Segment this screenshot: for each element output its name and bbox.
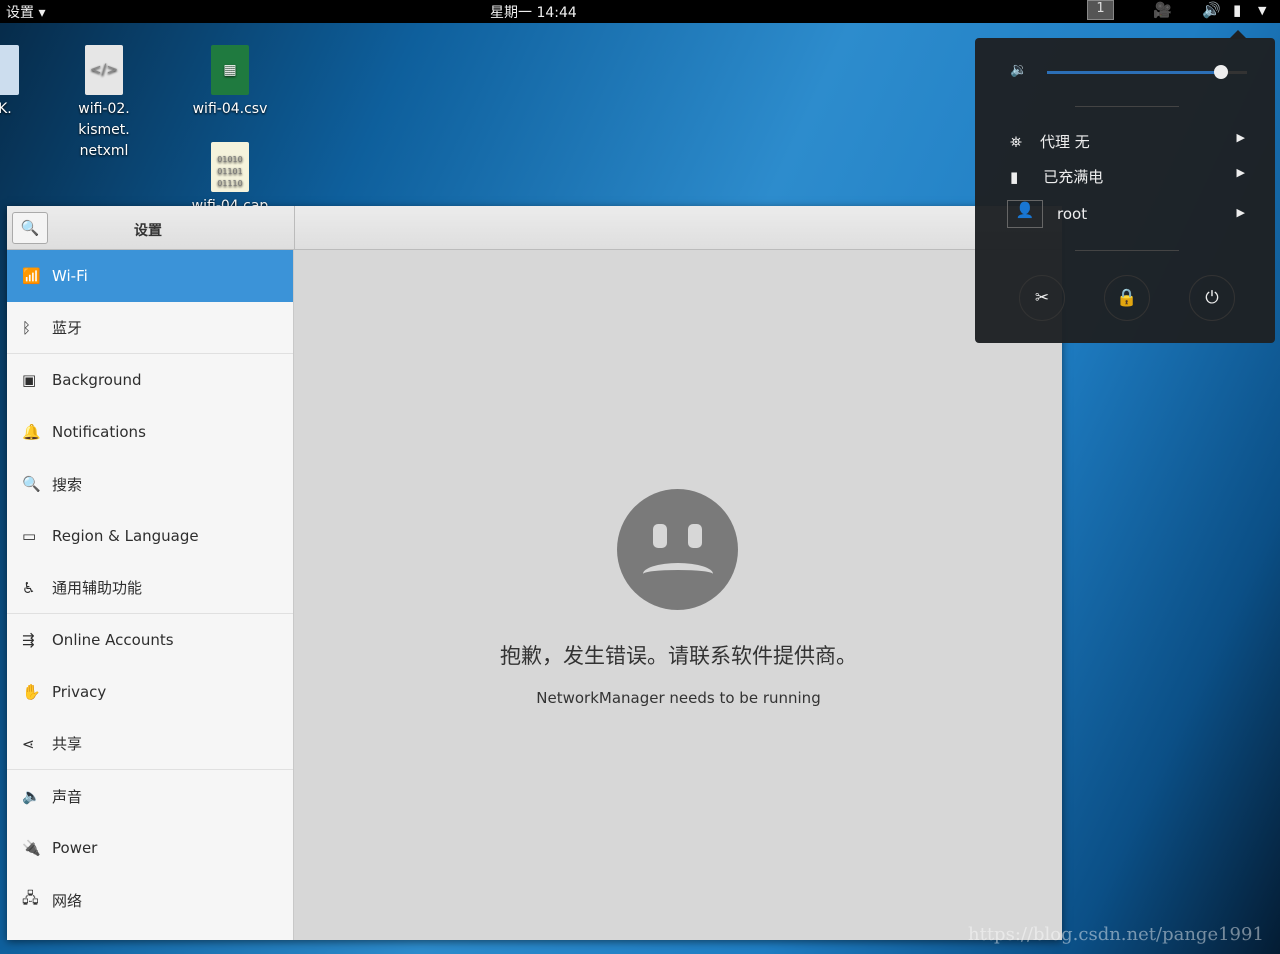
- sidebar-item-label: Notifications: [52, 423, 146, 441]
- sidebar-item[interactable]: ᛒ 蓝牙: [7, 302, 293, 354]
- network-icon: 🖧: [22, 888, 39, 907]
- sidebar-item-label: 共享: [52, 735, 83, 753]
- sidebar-item-label: 声音: [52, 787, 83, 806]
- sidebar-item-label: Power: [52, 839, 98, 857]
- app-menu[interactable]: 设置 ▾: [6, 2, 45, 22]
- sidebar-item-label: Background: [52, 371, 142, 389]
- desktop-icon[interactable]: 01010 01101 01110 wifi-04.cap: [185, 142, 275, 206]
- search-icon: 🔍: [20, 219, 40, 237]
- sad-face-icon: [617, 489, 738, 610]
- sidebar-item[interactable]: ▭ Region & Language: [7, 510, 293, 562]
- sidebar-item[interactable]: 📶 Wi-Fi: [7, 250, 293, 302]
- top-bar: 设置 ▾ 星期一 14:44 1 🎥 🔊 ▮ ▼: [0, 0, 1280, 23]
- avatar-icon: 👤: [1007, 200, 1043, 228]
- proxy-row[interactable]: ⛯ 代理 无 ▶: [1010, 131, 1245, 152]
- sidebar-item[interactable]: 🔍 搜索: [7, 458, 293, 510]
- spreadsheet-icon: ▦: [211, 45, 249, 95]
- lock-icon: 🔒: [1116, 288, 1138, 308]
- chevron-right-icon: ▶: [1236, 206, 1245, 219]
- sidebar-item[interactable]: 🔈 声音: [7, 770, 293, 822]
- watermark: https://blog.csdn.net/pange1991: [968, 924, 1264, 945]
- sidebar-item-label: 搜索: [52, 475, 83, 494]
- search-icon: 🔍: [22, 475, 41, 493]
- main-panel: 抱歉，发生错误。请联系软件提供商。 NetworkManager needs t…: [295, 250, 1062, 940]
- power-icon: ⏻: [1205, 288, 1219, 308]
- accessibility-icon: ♿: [22, 578, 36, 597]
- sidebar-item[interactable]: ♿ 通用辅助功能: [7, 562, 293, 614]
- sidebar-item[interactable]: ▣ Background: [7, 354, 293, 406]
- sidebar-item-label: Privacy: [52, 683, 107, 701]
- battery-icon[interactable]: ▮: [1233, 1, 1241, 19]
- sidebar: 📶 Wi-Fi ᛒ 蓝牙 ▣ Background 🔔 Notifications 🔍 搜索 ▭ Re…: [7, 250, 294, 940]
- sidebar-item[interactable]: ✋ Privacy: [7, 666, 293, 718]
- sidebar-item-label: Region & Language: [52, 527, 199, 545]
- settings-button[interactable]: ✂: [1019, 275, 1065, 321]
- proxy-icon: ⛯: [1010, 133, 1023, 151]
- desktop-icon[interactable]: ▦ wifi-04.csv: [185, 45, 275, 120]
- clock[interactable]: 星期一 14:44: [490, 2, 577, 22]
- sidebar-item-label: Online Accounts: [52, 631, 174, 649]
- background-icon: ▣: [22, 371, 37, 389]
- sidebar-item-label: 通用辅助功能: [52, 579, 143, 597]
- lock-button[interactable]: 🔒: [1104, 275, 1150, 321]
- sidebar-item[interactable]: ⋖ 共享: [7, 718, 293, 770]
- volume-icon: 🔉: [1010, 62, 1028, 78]
- camera-icon[interactable]: 🎥: [1153, 1, 1172, 19]
- window-title: 设置: [134, 223, 162, 239]
- volume-icon[interactable]: 🔊: [1202, 1, 1221, 19]
- battery-row[interactable]: ▮ 已充满电 ▶: [1010, 166, 1245, 187]
- sidebar-item-label: 蓝牙: [52, 319, 83, 337]
- search-button[interactable]: 🔍: [12, 212, 48, 244]
- desktop-icon[interactable]: </> wifi-02. kismet. netxml: [59, 45, 149, 162]
- error-title: 抱歉，发生错误。请联系软件提供商。: [500, 644, 857, 668]
- chevron-right-icon: ▶: [1236, 166, 1245, 179]
- sidebar-item[interactable]: 🔌 Power: [7, 822, 293, 874]
- battery-icon: ▮: [1010, 168, 1019, 186]
- region-icon: ▭: [22, 527, 37, 545]
- header-bar: 🔍 设置: [7, 206, 1062, 250]
- share-icon: ⋖: [22, 734, 35, 753]
- image-file-icon: [0, 45, 19, 95]
- sidebar-item[interactable]: 🖧 网络: [7, 874, 293, 926]
- bluetooth-icon: ᛒ: [22, 318, 32, 337]
- sidebar-item-label: Wi-Fi: [52, 267, 88, 285]
- sidebar-item[interactable]: ⇶ Online Accounts: [7, 614, 293, 666]
- error-detail: NetworkManager needs to be running: [536, 689, 821, 707]
- bell-icon: 🔔: [22, 423, 41, 441]
- menu-arrow-icon[interactable]: ▼: [1258, 4, 1266, 17]
- volume-slider[interactable]: [1047, 65, 1247, 79]
- sidebar-item[interactable]: 🔔 Notifications: [7, 406, 293, 458]
- power-plug-icon: 🔌: [22, 839, 41, 857]
- tools-icon: ✂: [1034, 288, 1050, 308]
- online-accounts-icon: ⇶: [22, 631, 35, 649]
- user-row[interactable]: 👤 root ▶: [1007, 200, 1245, 228]
- power-button[interactable]: ⏻: [1189, 275, 1235, 321]
- settings-window: 🔍 设置 📶 Wi-Fi ᛒ 蓝牙 ▣ Background 🔔 Notifications 🔍…: [7, 206, 1062, 940]
- workspace-indicator[interactable]: 1: [1087, 0, 1114, 20]
- desktop-icon[interactable]: CK.: [0, 45, 45, 120]
- sidebar-item-label: 网络: [52, 891, 83, 910]
- hand-icon: ✋: [22, 683, 41, 701]
- system-menu: 🔉 ⛯ 代理 无 ▶ ▮ 已充满电 ▶ 👤 root ▶ ✂ 🔒 ⏻: [975, 30, 1275, 343]
- speaker-icon: 🔈: [22, 787, 41, 805]
- wifi-icon: 📶: [22, 267, 41, 285]
- chevron-right-icon: ▶: [1236, 131, 1245, 144]
